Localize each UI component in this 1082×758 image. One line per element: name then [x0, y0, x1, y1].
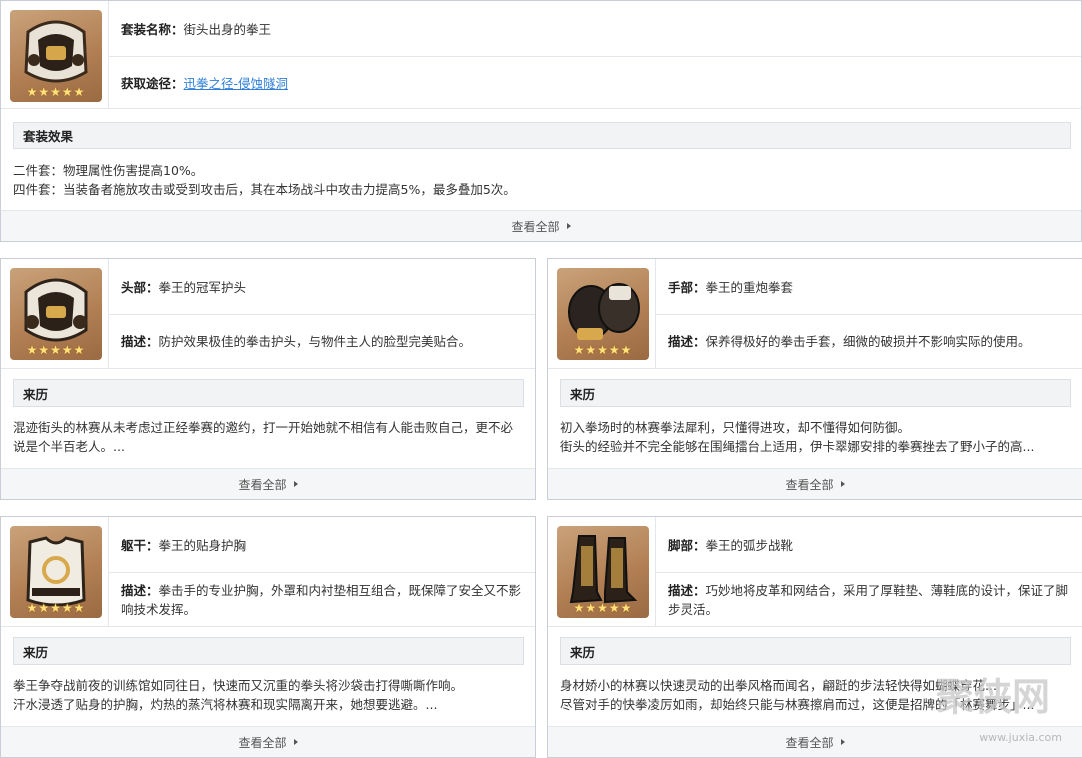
four-piece-effect: 四件套：当装备者施放攻击或受到攻击后，其在本场战斗中攻击力提高5%，最多叠加5次… [13, 182, 516, 197]
desc-label: 描述： [121, 582, 159, 598]
caret-right-icon [293, 739, 298, 745]
piece-card-head: ★★★★★ 头部： 拳王的冠军护头 描述：防护效果极佳的拳击护头，与物件主人的脸… [0, 258, 536, 500]
piece-desc: 保养得极好的拳击手套，细微的破损并不影响实际的使用。 [705, 334, 1031, 349]
view-all-label: 查看全部 [785, 735, 834, 750]
piece-icon-cell: ★★★★★ [1, 517, 109, 627]
boxing-helmet-icon: ★★★★★ [10, 10, 102, 102]
piece-desc: 防护效果极佳的拳击护头，与物件主人的脸型完美贴合。 [158, 334, 472, 349]
boxing-gloves-icon: ★★★★★ [557, 268, 649, 360]
set-name-value: 街头出身的拳王 [183, 22, 272, 37]
two-piece-effect: 二件套：物理属性伤害提高10%。 [13, 163, 204, 178]
desc-label: 描述： [668, 334, 706, 349]
view-all-button[interactable]: 查看全部 [1, 468, 535, 499]
piece-desc: 巧妙地将皮革和网结合，采用了厚鞋垫、薄鞋底的设计，保证了脚步灵活。 [668, 582, 1069, 617]
set-source-link[interactable]: 迅拳之径-侵蚀隧洞 [184, 73, 289, 92]
story-line: 尽管对手的快拳凌厉如雨，却始终只能与林赛擦肩而过，这便是招牌的「林赛舞步」... [560, 697, 1035, 712]
caret-right-icon [293, 481, 298, 487]
story-line: 街头的经验并不完全能够在围绳擂台上适用，伊卡翠娜安排的拳赛挫去了野小子的高... [560, 439, 1035, 454]
story-text: 混迹街头的林赛从未考虑过正经拳赛的邀约，打一开始她就不相信有人能击败自己，更不必… [13, 418, 525, 456]
story-text: 拳王争夺战前夜的训练馆如同往日，快速而又沉重的拳头将沙袋击打得嘶嘶作响。 汗水浸… [13, 676, 525, 714]
piece-icon-cell: ★★★★★ [548, 517, 656, 627]
story-line: 初入拳场时的林赛拳法犀利，只懂得进攻，却不懂得如何防御。 [560, 420, 911, 435]
chest-guard-icon: ★★★★★ [10, 526, 102, 618]
piece-name-row: 手部： 拳王的重炮拳套 [656, 259, 1082, 315]
view-all-button[interactable]: 查看全部 [548, 468, 1082, 499]
rarity-stars: ★★★★★ [573, 601, 633, 615]
desc-label: 描述： [121, 334, 159, 349]
story-paragraph: 混迹街头的林赛从未考虑过正经拳赛的邀约，打一开始她就不相信有人能击败自己，更不必… [13, 420, 514, 454]
slot-label: 脚部： [668, 538, 706, 553]
piece-desc-row: 描述：拳击手的专业护胸，外罩和内衬垫相互组合，既保障了安全又不影响技术发挥。 [109, 573, 535, 627]
piece-name-row: 脚部： 拳王的弧步战靴 [656, 517, 1082, 573]
story-text: 初入拳场时的林赛拳法犀利，只懂得进攻，却不懂得如何防御。 街头的经验并不完全能够… [560, 418, 1072, 456]
story-line: 汗水浸透了贴身的护胸，灼热的蒸汽将林赛和现实隔离开来，她想要逃避。... [13, 697, 438, 712]
set-source-label: 获取途径： [121, 76, 184, 91]
piece-name: 拳王的重炮拳套 [705, 280, 794, 295]
piece-desc: 拳击手的专业护胸，外罩和内衬垫相互组合，既保障了安全又不影响技术发挥。 [121, 582, 522, 617]
view-all-label: 查看全部 [785, 477, 834, 492]
rarity-stars: ★★★★★ [573, 343, 633, 357]
story-title: 来历 [560, 379, 1071, 407]
piece-name: 拳王的冠军护头 [158, 280, 247, 295]
rarity-stars: ★★★★★ [26, 601, 86, 615]
story-title: 来历 [560, 637, 1071, 665]
rarity-stars: ★★★★★ [26, 343, 86, 357]
view-all-button[interactable]: 查看全部 [548, 726, 1082, 757]
set-name-label: 套装名称： [121, 22, 184, 37]
story-line: 拳王争夺战前夜的训练馆如同往日，快速而又沉重的拳头将沙袋击打得嘶嘶作响。 [13, 678, 464, 693]
view-all-label: 查看全部 [238, 477, 287, 492]
set-source-row: 获取途径： 迅拳之径-侵蚀隧洞 [109, 57, 1081, 109]
piece-name: 拳王的贴身护胸 [158, 538, 247, 553]
set-name-row: 套装名称： 街头出身的拳王 [109, 1, 1081, 57]
view-all-button[interactable]: 查看全部 [1, 726, 535, 757]
piece-card-body: ★★★★★ 躯干： 拳王的贴身护胸 描述：拳击手的专业护胸，外罩和内衬垫相互组合… [0, 516, 536, 758]
piece-desc-row: 描述：防护效果极佳的拳击护头，与物件主人的脸型完美贴合。 [109, 315, 535, 369]
boxing-helmet-icon: ★★★★★ [10, 268, 102, 360]
piece-desc-row: 描述：保养得极好的拳击手套，细微的破损并不影响实际的使用。 [656, 315, 1082, 369]
boxing-boots-icon: ★★★★★ [557, 526, 649, 618]
set-info-card: ★★★★★ 套装名称： 街头出身的拳王 获取途径： 迅拳之径-侵蚀隧洞 套装效果… [0, 0, 1082, 242]
piece-desc-row: 描述：巧妙地将皮革和网结合，采用了厚鞋垫、薄鞋底的设计，保证了脚步灵活。 [656, 573, 1082, 627]
rarity-stars: ★★★★★ [26, 85, 86, 99]
set-effect-title: 套装效果 [13, 122, 1071, 149]
set-effect-text: 二件套：物理属性伤害提高10%。 四件套：当装备者施放攻击或受到攻击后，其在本场… [13, 161, 1071, 199]
caret-right-icon [566, 223, 571, 229]
set-icon-cell: ★★★★★ [1, 1, 109, 109]
story-line: 身材娇小的林赛以快速灵动的出拳风格而闻名，翩跹的步法轻快得如蝴蝶穿花... [560, 678, 997, 693]
desc-label: 描述： [668, 582, 706, 598]
slot-label: 躯干： [121, 538, 159, 553]
piece-card-foot: ★★★★★ 脚部： 拳王的弧步战靴 描述：巧妙地将皮革和网结合，采用了厚鞋垫、薄… [547, 516, 1082, 758]
view-all-label: 查看全部 [238, 735, 287, 750]
piece-card-hand: ★★★★★ 手部： 拳王的重炮拳套 描述：保养得极好的拳击手套，细微的破损并不影… [547, 258, 1082, 500]
caret-right-icon [840, 481, 845, 487]
story-title: 来历 [13, 637, 524, 665]
piece-name-row: 头部： 拳王的冠军护头 [109, 259, 535, 315]
piece-icon-cell: ★★★★★ [1, 259, 109, 369]
story-text: 身材娇小的林赛以快速灵动的出拳风格而闻名，翩跹的步法轻快得如蝴蝶穿花... 尽管… [560, 676, 1072, 714]
piece-icon-cell: ★★★★★ [548, 259, 656, 369]
slot-label: 手部： [668, 280, 706, 295]
piece-name-row: 躯干： 拳王的贴身护胸 [109, 517, 535, 573]
caret-right-icon [840, 739, 845, 745]
view-all-button[interactable]: 查看全部 [1, 210, 1081, 241]
slot-label: 头部： [121, 280, 159, 295]
view-all-label: 查看全部 [511, 219, 560, 234]
story-title: 来历 [13, 379, 524, 407]
piece-name: 拳王的弧步战靴 [705, 538, 794, 553]
